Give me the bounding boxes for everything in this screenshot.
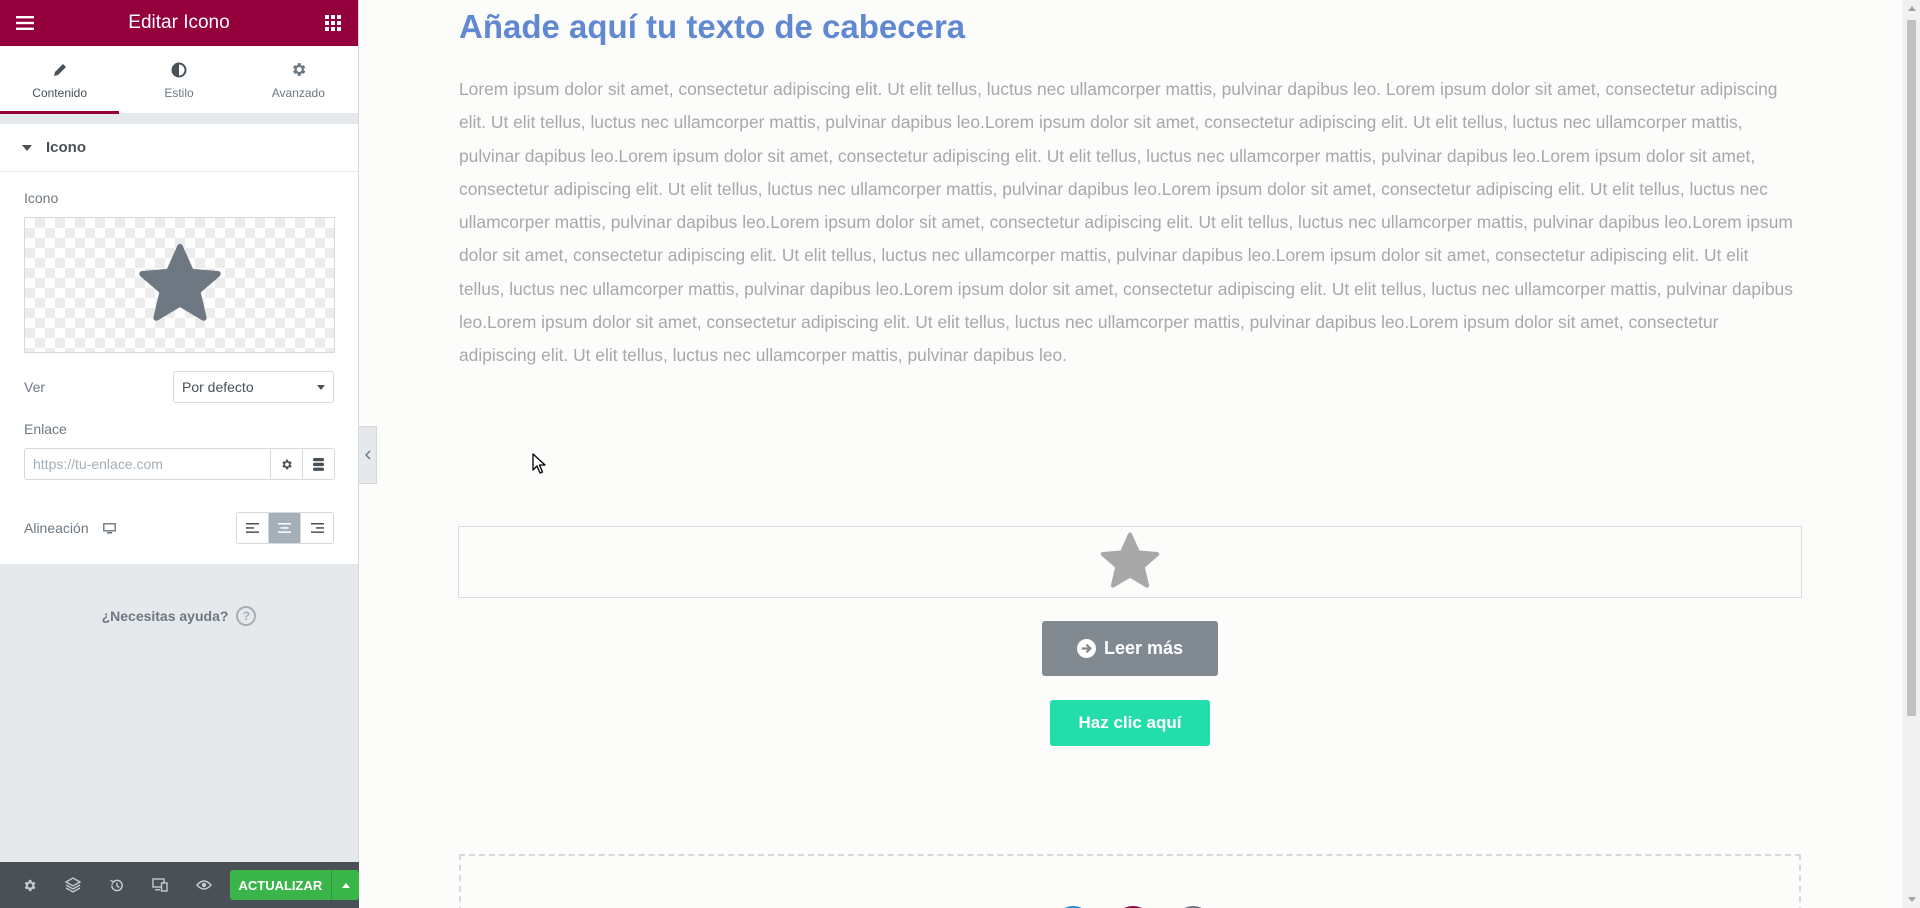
tab-label: Contenido bbox=[32, 85, 88, 100]
align-center-button[interactable] bbox=[269, 513, 301, 543]
preview-button[interactable] bbox=[182, 862, 226, 908]
gear-icon bbox=[290, 60, 307, 80]
pencil-icon bbox=[52, 60, 68, 80]
collapse-panel-button[interactable] bbox=[359, 426, 377, 484]
caret-down-icon bbox=[22, 144, 32, 151]
scroll-up-arrow-icon[interactable] bbox=[1903, 0, 1920, 17]
editor-panel: Editar Icono Contenido Estilo Avanzado I… bbox=[0, 0, 359, 908]
chevron-down-icon bbox=[317, 384, 325, 390]
arrow-circle-right-icon bbox=[1076, 639, 1096, 658]
alignment-label-group: Alineación bbox=[24, 520, 116, 536]
hamburger-menu-icon[interactable] bbox=[14, 12, 36, 34]
link-field-group bbox=[24, 448, 335, 480]
alignment-label: Alineación bbox=[24, 520, 89, 536]
star-icon bbox=[1100, 532, 1160, 588]
chevron-left-icon bbox=[364, 450, 371, 460]
panel-footer: ACTUALIZAR bbox=[0, 862, 359, 908]
layers-icon bbox=[65, 877, 82, 893]
align-right-icon bbox=[310, 523, 324, 533]
read-more-button[interactable]: Leer más bbox=[1042, 621, 1218, 676]
view-select[interactable]: Por defecto bbox=[173, 371, 334, 403]
responsive-devices-icon bbox=[152, 878, 168, 892]
section-title: Icono bbox=[46, 139, 86, 156]
dynamic-tags-button[interactable] bbox=[303, 448, 335, 480]
tab-label: Avanzado bbox=[271, 85, 325, 100]
view-select-value: Por defecto bbox=[182, 379, 254, 395]
link-label: Enlace bbox=[24, 421, 67, 437]
tab-avanzado[interactable]: Avanzado bbox=[239, 46, 358, 113]
eye-icon bbox=[195, 880, 212, 890]
tab-estilo[interactable]: Estilo bbox=[119, 46, 238, 113]
text-paragraph[interactable]: Lorem ipsum dolor sit amet, consectetur … bbox=[459, 73, 1795, 373]
settings-button[interactable] bbox=[8, 862, 52, 908]
history-button[interactable] bbox=[95, 862, 139, 908]
update-button[interactable]: ACTUALIZAR bbox=[229, 870, 332, 900]
half-circle-icon bbox=[171, 60, 187, 80]
link-url-input[interactable] bbox=[24, 448, 271, 480]
panel-title: Editar Icono bbox=[128, 12, 230, 33]
save-options-button[interactable] bbox=[331, 870, 359, 900]
history-icon bbox=[110, 879, 124, 891]
navigator-button[interactable] bbox=[52, 862, 96, 908]
view-control: Ver Por defecto bbox=[0, 363, 358, 411]
page-heading[interactable]: Añade aquí tu texto de cabecera bbox=[459, 8, 965, 46]
icon-control: Icono bbox=[0, 172, 358, 363]
icon-picker-preview[interactable] bbox=[24, 217, 335, 353]
vertical-scrollbar[interactable] bbox=[1903, 0, 1920, 908]
help-text: ¿Necesitas ayuda? bbox=[101, 608, 229, 624]
scrollbar-thumb[interactable] bbox=[1907, 20, 1916, 716]
icon-control-label: Icono bbox=[24, 190, 59, 206]
click-here-button[interactable]: Haz clic aquí bbox=[1050, 700, 1210, 746]
alignment-control: Alineación bbox=[0, 498, 358, 564]
align-center-icon bbox=[278, 523, 291, 533]
align-left-icon bbox=[246, 523, 259, 533]
help-link[interactable]: ¿Necesitas ayuda? ? bbox=[0, 606, 358, 626]
caret-up-icon bbox=[341, 882, 350, 888]
tab-contenido[interactable]: Contenido bbox=[0, 46, 120, 114]
desktop-icon[interactable] bbox=[102, 522, 116, 534]
scroll-down-arrow-icon[interactable] bbox=[1903, 891, 1920, 908]
alignment-button-group bbox=[236, 512, 334, 544]
section-toggle-icono[interactable]: Icono bbox=[0, 124, 358, 172]
responsive-mode-button[interactable] bbox=[139, 862, 183, 908]
star-icon bbox=[138, 243, 221, 321]
mouse-pointer-icon bbox=[532, 453, 546, 474]
align-left-button[interactable] bbox=[237, 513, 269, 543]
panel-header: Editar Icono bbox=[0, 0, 358, 46]
question-circle-icon: ? bbox=[236, 606, 257, 626]
panel-tabs: Contenido Estilo Avanzado bbox=[0, 46, 358, 114]
empty-section-dropzone[interactable] bbox=[459, 854, 1801, 908]
database-icon bbox=[313, 457, 324, 471]
link-options-button[interactable] bbox=[271, 448, 303, 480]
read-more-label: Leer más bbox=[1103, 638, 1184, 658]
panel-controls: Icono Icono Ver Por defecto Enlace https… bbox=[0, 124, 358, 564]
gear-icon bbox=[282, 459, 292, 469]
widgets-grid-icon[interactable] bbox=[322, 12, 344, 34]
tab-label: Estilo bbox=[164, 85, 194, 100]
icon-widget[interactable] bbox=[458, 526, 1802, 598]
link-control: Enlace bbox=[0, 411, 358, 480]
view-label: Ver bbox=[24, 379, 46, 395]
align-right-button[interactable] bbox=[301, 513, 333, 543]
gear-icon bbox=[25, 879, 36, 891]
